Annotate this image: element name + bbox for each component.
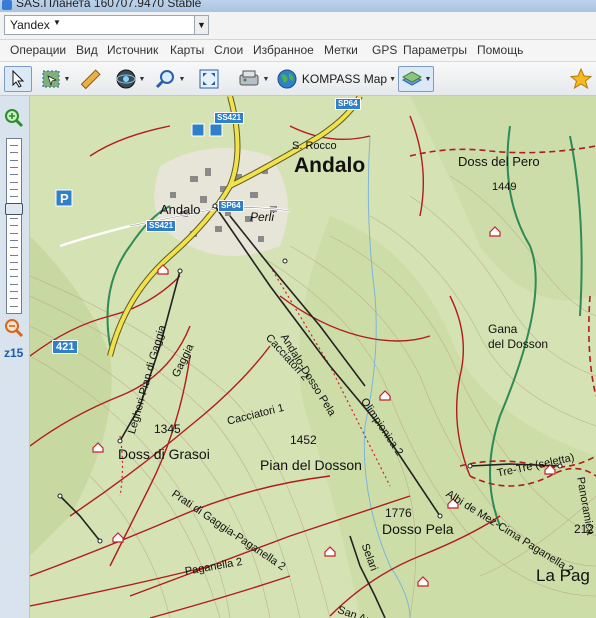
zoom-slider-tick: [10, 181, 18, 183]
gps-button[interactable]: ▼: [112, 66, 148, 92]
map-type-select[interactable]: Yandex ▼ ▼: [4, 15, 209, 35]
server-icon: [239, 70, 259, 86]
title-bar: SAS.Планета 160707.9470 Stable: [0, 0, 596, 12]
menu-help[interactable]: Помощь: [477, 43, 523, 57]
select-area-icon: [42, 70, 60, 88]
map-source-button[interactable]: ▼: [234, 66, 272, 92]
menu-settings[interactable]: Параметры: [403, 43, 467, 57]
zoom-in-icon: [5, 109, 24, 128]
menu-gps[interactable]: GPS: [372, 43, 397, 57]
zoom-slider-tick: [10, 218, 18, 219]
zoom-slider-tick: [10, 239, 18, 241]
map-selector-button[interactable]: KOMPASS Map ▼: [276, 66, 396, 92]
place-label-pian-del-dosson: Pian del Dosson: [260, 457, 362, 473]
chevron-down-icon[interactable]: ▼: [64, 76, 71, 83]
globe-icon: [277, 69, 297, 89]
cursor-icon: [12, 70, 25, 88]
zoom-slider-thumb[interactable]: [5, 203, 23, 215]
menu-bar: Операции Вид Источник Карты Слои Избранн…: [0, 40, 596, 62]
zoom-slider-tick: [10, 225, 18, 227]
zoom-slider-tick: [10, 254, 18, 256]
zoom-slider-tick: [10, 232, 18, 234]
zoom-slider-tick: [10, 269, 18, 271]
app-icon: [2, 0, 12, 10]
map-view[interactable]: P SP64 SS421 SP64 SS421 421 Andalo Andal…: [30, 96, 596, 618]
zoom-slider-tick: [10, 152, 18, 154]
zoom-level-label: z15: [4, 346, 24, 360]
map-type-value: Yandex: [10, 18, 50, 32]
magnifier-icon: [155, 70, 174, 89]
zoom-slider-tick: [10, 145, 18, 146]
address-bar: Yandex ▼ ▼: [0, 12, 596, 40]
zoom-slider-tick: [10, 166, 18, 168]
select-area-button[interactable]: ▼: [36, 66, 74, 92]
place-label-doss-di-grasoi: Doss di Grasoi: [118, 446, 210, 462]
chevron-down-icon[interactable]: ▼: [53, 18, 61, 27]
zoom-slider-tick: [10, 261, 18, 263]
place-label-dosso-pela: Dosso Pela: [382, 521, 454, 537]
fullscreen-button[interactable]: [196, 66, 222, 92]
place-label-perli: Perli: [250, 210, 275, 224]
zoom-slider-tick: [10, 305, 18, 307]
globe-icon: [116, 69, 136, 89]
place-label-andalo: Andalo: [294, 154, 366, 177]
zoom-out-button[interactable]: [4, 318, 24, 341]
star-icon: [570, 68, 592, 90]
zoom-slider-tick: [10, 276, 18, 278]
ruler-icon: [80, 69, 101, 90]
elevation-label: 1452: [290, 433, 317, 447]
menu-view[interactable]: Вид: [76, 43, 98, 57]
zoom-in-button[interactable]: [4, 108, 24, 131]
place-label-s-rocco: S. Rocco: [292, 140, 337, 152]
road-shield: SS421: [214, 112, 245, 124]
favorites-button[interactable]: [568, 66, 594, 92]
menu-layers[interactable]: Слои: [214, 43, 243, 57]
map-selector-label: KOMPASS Map: [301, 72, 388, 86]
zoom-slider-tick: [10, 159, 18, 161]
road-shield: 421: [52, 340, 79, 354]
menu-maps[interactable]: Карты: [170, 43, 204, 57]
zoom-out-icon: [5, 319, 24, 338]
zoom-slider-tick: [10, 196, 18, 198]
window-title: SAS.Планета 160707.9470 Stable: [16, 0, 202, 10]
chevron-down-icon[interactable]: ▼: [263, 76, 270, 83]
zoom-sidebar: z15: [0, 96, 30, 618]
svg-text:P: P: [60, 191, 69, 206]
ruler-button[interactable]: [78, 66, 102, 92]
place-label-gana-del-dosson: Gana del Dosson: [488, 322, 549, 351]
elevation-label: 1345: [154, 422, 181, 436]
road-shield: SP64: [335, 98, 361, 110]
place-label-doss-del-pero: Doss del Pero: [458, 154, 540, 169]
fullscreen-icon: [199, 69, 219, 89]
chevron-down-icon[interactable]: ▼: [389, 76, 396, 83]
menu-source[interactable]: Источник: [107, 43, 158, 57]
road-shield: SS421: [146, 220, 177, 232]
zoom-slider-tick: [10, 174, 18, 176]
zoom-slider-tick: [10, 291, 18, 292]
place-label-andalo-small: Andalo: [160, 202, 201, 217]
dropdown-arrow-icon[interactable]: ▼: [194, 16, 208, 34]
zoom-slider-tick: [10, 283, 18, 285]
layers-button[interactable]: ▼: [398, 66, 434, 92]
zoom-slider-tick: [10, 298, 18, 300]
pointer-button[interactable]: [4, 66, 32, 92]
elevation-label: 1449: [492, 181, 517, 193]
menu-marks[interactable]: Метки: [324, 43, 358, 57]
road-shield: SP64: [218, 200, 244, 212]
menu-operations[interactable]: Операции: [10, 43, 66, 57]
chevron-down-icon[interactable]: ▼: [139, 76, 146, 83]
toolbar: ▼ ▼ ▼ ▼ KOMPASS Map ▼ ▼: [0, 62, 596, 96]
zoom-slider[interactable]: [5, 138, 23, 314]
zoom-slider-tick: [10, 188, 18, 190]
elevation-label: 1776: [385, 506, 412, 520]
zoom-slider-tick: [10, 247, 18, 249]
zoom-tool-button[interactable]: ▼: [152, 66, 188, 92]
chevron-down-icon[interactable]: ▼: [425, 76, 432, 83]
chevron-down-icon[interactable]: ▼: [179, 76, 186, 83]
menu-favorites[interactable]: Избранное: [253, 43, 314, 57]
layers-icon: [401, 71, 422, 86]
